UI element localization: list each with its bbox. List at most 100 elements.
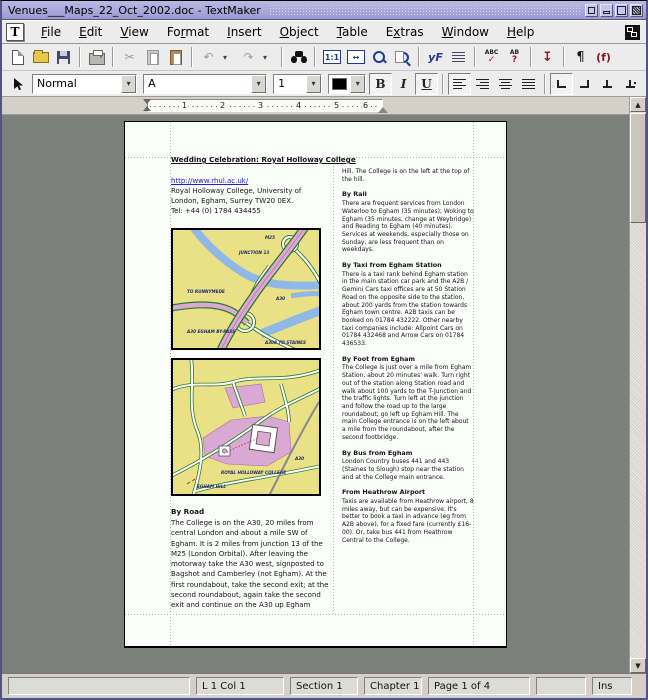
maximize-button[interactable] bbox=[615, 4, 628, 17]
scrollbar-thumb[interactable] bbox=[630, 113, 646, 223]
redo-button[interactable]: ↷ bbox=[237, 46, 260, 68]
chevron-down-icon[interactable]: ▾ bbox=[121, 75, 136, 93]
fit-width-button[interactable]: ↔ bbox=[344, 46, 368, 68]
section-heading[interactable]: By Bus from Egham bbox=[342, 450, 474, 458]
font-color-combo[interactable]: ▾ bbox=[328, 74, 366, 94]
find-button[interactable] bbox=[287, 46, 310, 68]
font-size-combo[interactable]: 1 ▾ bbox=[273, 74, 322, 94]
formatting-marks-button[interactable]: ¶ bbox=[569, 46, 592, 68]
map-junction13[interactable]: M25 JUNCTION 13 A30 TO RUNNYMEDE A30 EGH… bbox=[171, 228, 321, 350]
redo-history-dropdown[interactable]: ▾ bbox=[260, 46, 277, 68]
document-page[interactable]: Wedding Celebration: Royal Holloway Coll… bbox=[124, 121, 507, 648]
menu-insert[interactable]: Insert bbox=[218, 23, 270, 41]
menu-object[interactable]: Object bbox=[271, 23, 328, 41]
zoom-selection-button[interactable] bbox=[391, 46, 414, 68]
menu-file[interactable]: File bbox=[32, 23, 70, 41]
tab-left-button[interactable] bbox=[550, 73, 573, 95]
maximize-icon bbox=[617, 6, 626, 15]
align-center-button[interactable] bbox=[494, 73, 517, 95]
menu-help[interactable]: Help bbox=[498, 23, 543, 41]
print-button[interactable] bbox=[85, 46, 108, 68]
chevron-down-icon[interactable]: ▾ bbox=[306, 75, 321, 93]
new-document-button[interactable] bbox=[6, 46, 29, 68]
right-indent-marker[interactable] bbox=[378, 107, 388, 113]
cut-button[interactable]: ✂ bbox=[118, 46, 141, 68]
titlebar[interactable]: Venues___Maps_22_Oct_2002.doc - TextMake… bbox=[2, 1, 646, 20]
toolbar-separator bbox=[530, 47, 532, 67]
vertical-scrollbar[interactable]: ▲ ▼ bbox=[629, 97, 646, 673]
menu-table[interactable]: Table bbox=[328, 23, 377, 41]
magnifier-page-icon bbox=[395, 50, 411, 65]
arrow-up-icon: ▲ bbox=[635, 101, 640, 109]
tab-right-button[interactable] bbox=[573, 73, 596, 95]
horizontal-ruler[interactable]: 1 2 3 4 5 6 bbox=[2, 97, 629, 115]
underline-button[interactable]: U bbox=[415, 73, 438, 95]
undo-history-dropdown[interactable]: ▾ bbox=[220, 46, 237, 68]
section-paragraph[interactable]: There are frequent services from London … bbox=[342, 200, 474, 254]
align-right-button[interactable] bbox=[471, 73, 494, 95]
goto-button[interactable]: ↧ bbox=[536, 46, 559, 68]
menu-window[interactable]: Window bbox=[433, 23, 498, 41]
section-heading[interactable]: By Foot from Egham bbox=[342, 356, 474, 364]
sticky-button[interactable] bbox=[585, 4, 598, 17]
section-heading[interactable]: By Taxi from Egham Station bbox=[342, 262, 474, 270]
bold-button[interactable]: B bbox=[369, 73, 392, 95]
scroll-down-button[interactable]: ▼ bbox=[630, 658, 646, 673]
section-paragraph[interactable]: The College is just over a mile from Egh… bbox=[342, 364, 474, 441]
address-line[interactable]: Tel: +44 (0) 1784 434455 bbox=[171, 206, 329, 216]
college-link[interactable]: http://www.rhul.ac.uk/ bbox=[171, 176, 329, 186]
menu-extras[interactable]: Extras bbox=[377, 23, 433, 41]
insert-field-button[interactable]: yF bbox=[424, 46, 447, 68]
menu-edit[interactable]: Edit bbox=[70, 23, 111, 41]
left-indent-marker[interactable] bbox=[143, 106, 151, 111]
section-heading[interactable]: By Road bbox=[171, 507, 329, 516]
open-button[interactable] bbox=[29, 46, 52, 68]
section-paragraph[interactable]: London Country buses 441 and 443 (Staine… bbox=[342, 458, 474, 481]
section-heading[interactable]: From Heathrow Airport bbox=[342, 489, 474, 497]
paste-button[interactable] bbox=[164, 46, 187, 68]
chapter-indicator: Chapter 1 bbox=[364, 677, 422, 695]
section-heading[interactable]: By Rail bbox=[342, 191, 474, 199]
menu-format[interactable]: Format bbox=[158, 23, 218, 41]
zoom-100-button[interactable]: 1:1 bbox=[320, 46, 344, 68]
undo-button[interactable]: ↶ bbox=[197, 46, 220, 68]
first-line-indent-marker[interactable] bbox=[143, 99, 151, 104]
paragraph-settings-button[interactable] bbox=[447, 46, 470, 68]
thesaurus-button[interactable]: AB? bbox=[503, 46, 526, 68]
section-paragraph[interactable]: Hill. The College is on the left at the … bbox=[342, 168, 474, 183]
align-left-button[interactable] bbox=[448, 73, 471, 95]
document-icon[interactable]: T bbox=[6, 23, 24, 41]
italic-button[interactable]: I bbox=[392, 73, 415, 95]
object-mode-button[interactable] bbox=[6, 73, 29, 95]
minimize-button[interactable] bbox=[600, 4, 613, 17]
save-floppy-icon bbox=[57, 51, 70, 64]
map-campus[interactable]: ROYAL HOLLOWAY COLLEGE EGHAM HILL A30 bbox=[171, 358, 321, 496]
scroll-up-button[interactable]: ▲ bbox=[630, 97, 646, 112]
tab-center-button[interactable] bbox=[596, 73, 619, 95]
insert-mode-indicator[interactable]: Ins bbox=[592, 677, 632, 695]
font-combo[interactable]: A ▾ bbox=[143, 74, 267, 94]
address-line[interactable]: London, Egham, Surrey TW20 0EX. bbox=[171, 196, 329, 206]
save-button[interactable] bbox=[52, 46, 75, 68]
chevron-down-icon[interactable]: ▾ bbox=[350, 75, 365, 93]
menu-view[interactable]: View bbox=[111, 23, 157, 41]
page-heading[interactable]: Wedding Celebration: Royal Holloway Coll… bbox=[171, 155, 329, 164]
spellcheck-button[interactable]: ABC✓ bbox=[480, 46, 503, 68]
section-paragraph[interactable]: The College is on the A30, 20 miles from… bbox=[171, 518, 329, 611]
chevron-down-icon[interactable]: ▾ bbox=[251, 75, 266, 93]
ruler-strip: 1 2 3 4 5 6 bbox=[147, 99, 383, 112]
section-paragraph[interactable]: Taxis are available from Heathrow airpor… bbox=[342, 498, 474, 544]
section-paragraph[interactable]: There is a taxi rank behind Egham statio… bbox=[342, 271, 474, 348]
formula-button[interactable]: (f) bbox=[592, 46, 615, 68]
bottom-margin-guide bbox=[125, 614, 506, 615]
close-button[interactable] bbox=[630, 4, 643, 17]
paste-icon bbox=[170, 50, 182, 65]
paragraph-style-combo[interactable]: Normal ▾ bbox=[32, 74, 137, 94]
align-justify-button[interactable] bbox=[517, 73, 540, 95]
map-label: A30 EGHAM BY-PASS bbox=[186, 329, 235, 334]
address-line[interactable]: Royal Holloway College, University of bbox=[171, 186, 329, 196]
restore-window-icon[interactable] bbox=[625, 25, 640, 40]
tab-decimal-button[interactable] bbox=[619, 73, 642, 95]
copy-button[interactable] bbox=[141, 46, 164, 68]
zoom-button[interactable] bbox=[368, 46, 391, 68]
